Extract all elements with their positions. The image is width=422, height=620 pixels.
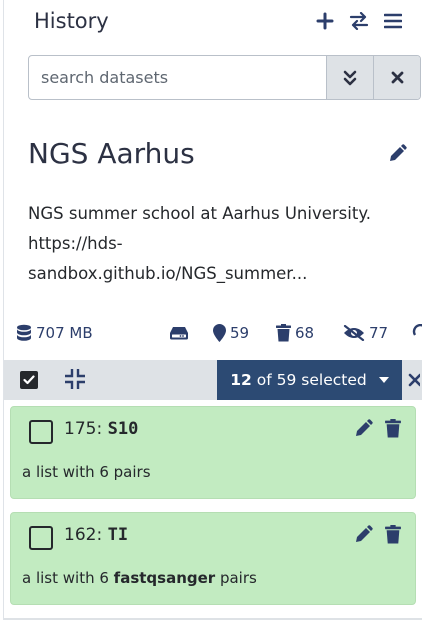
item-title: 175: S10: [64, 419, 138, 439]
panel-left-border: [0, 0, 4, 620]
plus-icon: [316, 12, 334, 30]
panel-title: History: [34, 9, 109, 33]
delete-item-button[interactable]: [385, 525, 405, 547]
pencil-icon: [356, 419, 373, 436]
annotation-line: sandbox.github.io/NGS_summer...: [28, 264, 308, 283]
select-all-checkbox[interactable]: [20, 371, 38, 389]
refresh-icon: [412, 324, 422, 336]
item-name: S10: [107, 419, 139, 439]
history-name: NGS Aarhus: [28, 137, 195, 170]
trash-icon: [385, 525, 401, 544]
history-annotation: NGS summer school at Aarhus University. …: [28, 199, 408, 289]
item-hid: 175:: [64, 419, 103, 439]
history-header: History: [34, 6, 410, 36]
search-bar: [28, 55, 421, 100]
delete-item-button[interactable]: [385, 419, 405, 441]
refresh-button[interactable]: [412, 321, 422, 345]
annotation-line: https://hds-: [28, 234, 123, 253]
item-title: 162: TI: [64, 525, 128, 545]
selected-count: 12: [230, 371, 252, 389]
item-description: a list with 6 fastqsanger pairs: [22, 569, 257, 587]
history-stats: 707 MB 59 68 77: [16, 321, 422, 345]
item-desc-prefix: a list with 6: [22, 569, 114, 587]
item-name: TI: [107, 525, 129, 545]
map-marker-icon: [213, 324, 226, 342]
item-checkbox[interactable]: [29, 420, 53, 444]
clear-selection-button[interactable]: [402, 360, 422, 400]
hdd-icon: [170, 327, 188, 340]
compress-icon: [64, 368, 86, 390]
shown-count: 59: [230, 324, 250, 342]
switch-icon: [349, 12, 369, 30]
history-size-stat[interactable]: 707 MB: [16, 321, 93, 345]
advanced-search-button[interactable]: [326, 56, 373, 99]
create-history-button[interactable]: [308, 6, 342, 36]
caret-down-icon: [378, 377, 389, 383]
clear-search-button[interactable]: [373, 56, 420, 99]
deleted-count-button[interactable]: 68: [276, 321, 314, 345]
edit-item-button[interactable]: [353, 525, 375, 547]
switch-history-button[interactable]: [342, 6, 376, 36]
item-desc-suffix: pairs: [215, 569, 257, 587]
double-chevron-down-icon: [343, 70, 357, 85]
storage-dashboard-button[interactable]: [169, 321, 189, 345]
annotation-line: NGS summer school at Aarhus University.: [28, 204, 371, 223]
close-icon: [391, 71, 403, 84]
eye-slash-icon: [343, 325, 365, 341]
item-description: a list with 6 pairs: [22, 463, 151, 481]
deleted-count: 68: [295, 324, 315, 342]
item-desc-prefix: a list with 6 pairs: [22, 463, 151, 481]
pencil-icon: [390, 144, 407, 161]
close-icon: [408, 373, 420, 387]
trash-icon: [385, 419, 401, 438]
history-item[interactable]: 175: S10 a list with 6 pairs: [10, 406, 416, 499]
history-size: 707 MB: [36, 324, 93, 342]
pencil-icon: [356, 525, 373, 542]
trash-icon: [276, 324, 291, 342]
history-item[interactable]: 162: TI a list with 6 fastqsanger pairs: [10, 512, 416, 605]
item-hid: 162:: [64, 525, 103, 545]
history-options-button[interactable]: [376, 6, 410, 36]
hidden-count: 77: [369, 324, 389, 342]
shown-count-button[interactable]: 59: [213, 321, 249, 345]
collapse-all-button[interactable]: [64, 368, 87, 391]
search-input[interactable]: [29, 56, 326, 99]
database-icon: [17, 324, 31, 341]
edit-history-button[interactable]: [386, 143, 408, 165]
item-desc-bold: fastqsanger: [113, 569, 216, 587]
selection-label: 12 of 59 selected: [230, 371, 366, 389]
hidden-count-button[interactable]: 77: [343, 321, 388, 345]
selection-toolbar: 12 of 59 selected: [4, 360, 422, 400]
selection-rest: of 59 selected: [256, 371, 367, 389]
check-icon: [23, 375, 35, 385]
item-checkbox[interactable]: [29, 526, 53, 550]
edit-item-button[interactable]: [353, 419, 375, 441]
selected-items-dropdown[interactable]: 12 of 59 selected: [217, 360, 402, 400]
menu-icon: [384, 13, 402, 29]
